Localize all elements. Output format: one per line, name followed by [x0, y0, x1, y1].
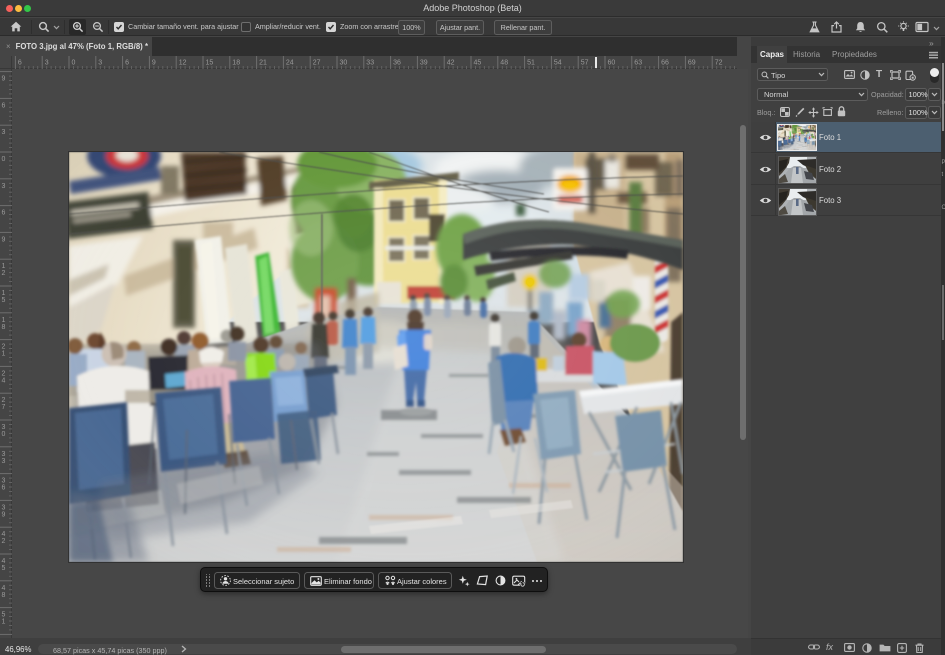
svg-text:42: 42	[447, 60, 455, 67]
svg-text:57: 57	[581, 60, 589, 67]
svg-text:60: 60	[608, 60, 616, 67]
svg-text:36: 36	[393, 60, 401, 67]
svg-text:66: 66	[661, 60, 669, 67]
svg-text:8: 8	[2, 592, 6, 599]
svg-text:3: 3	[98, 60, 102, 67]
svg-text:21: 21	[259, 60, 267, 67]
svg-text:0: 0	[2, 431, 6, 438]
svg-text:7: 7	[2, 404, 6, 411]
svg-text:1: 1	[2, 263, 6, 270]
svg-text:45: 45	[474, 60, 482, 67]
svg-text:4: 4	[2, 585, 6, 592]
svg-text:12: 12	[179, 60, 187, 67]
svg-text:1: 1	[2, 351, 6, 358]
svg-text:39: 39	[420, 60, 428, 67]
svg-text:69: 69	[688, 60, 696, 67]
svg-text:1: 1	[2, 619, 6, 626]
svg-text:2: 2	[2, 270, 6, 277]
svg-text:3: 3	[45, 60, 49, 67]
svg-text:9: 9	[152, 60, 156, 67]
svg-text:8: 8	[2, 324, 6, 331]
svg-text:9: 9	[2, 76, 6, 83]
svg-text:3: 3	[2, 458, 6, 465]
svg-text:6: 6	[125, 60, 129, 67]
svg-text:3: 3	[2, 478, 6, 485]
svg-text:63: 63	[634, 60, 642, 67]
svg-text:3: 3	[2, 424, 6, 431]
svg-text:0: 0	[72, 60, 76, 67]
svg-text:6: 6	[2, 102, 6, 109]
svg-text:24: 24	[286, 60, 294, 67]
svg-text:2: 2	[2, 397, 6, 404]
svg-text:9: 9	[2, 236, 6, 243]
svg-text:54: 54	[554, 60, 562, 67]
svg-text:3: 3	[2, 451, 6, 458]
svg-text:5: 5	[2, 297, 6, 304]
svg-text:5: 5	[2, 565, 6, 572]
svg-text:3: 3	[2, 129, 6, 136]
svg-text:30: 30	[340, 60, 348, 67]
svg-text:27: 27	[313, 60, 321, 67]
svg-text:4: 4	[2, 377, 6, 384]
svg-text:4: 4	[2, 558, 6, 565]
svg-text:72: 72	[715, 60, 723, 67]
svg-text:48: 48	[500, 60, 508, 67]
svg-text:2: 2	[2, 538, 6, 545]
svg-text:1: 1	[2, 317, 6, 324]
svg-text:0: 0	[2, 156, 6, 163]
svg-text:4: 4	[2, 531, 6, 538]
svg-text:15: 15	[206, 60, 214, 67]
svg-text:18: 18	[232, 60, 240, 67]
svg-text:1: 1	[2, 290, 6, 297]
svg-text:5: 5	[2, 612, 6, 619]
svg-text:6: 6	[2, 485, 6, 492]
svg-text:2: 2	[2, 370, 6, 377]
svg-text:3: 3	[2, 183, 6, 190]
svg-text:6: 6	[2, 210, 6, 217]
svg-text:6: 6	[18, 60, 22, 67]
svg-text:3: 3	[2, 504, 6, 511]
svg-text:51: 51	[527, 60, 535, 67]
svg-text:9: 9	[2, 511, 6, 518]
svg-text:2: 2	[2, 344, 6, 351]
svg-text:33: 33	[366, 60, 374, 67]
